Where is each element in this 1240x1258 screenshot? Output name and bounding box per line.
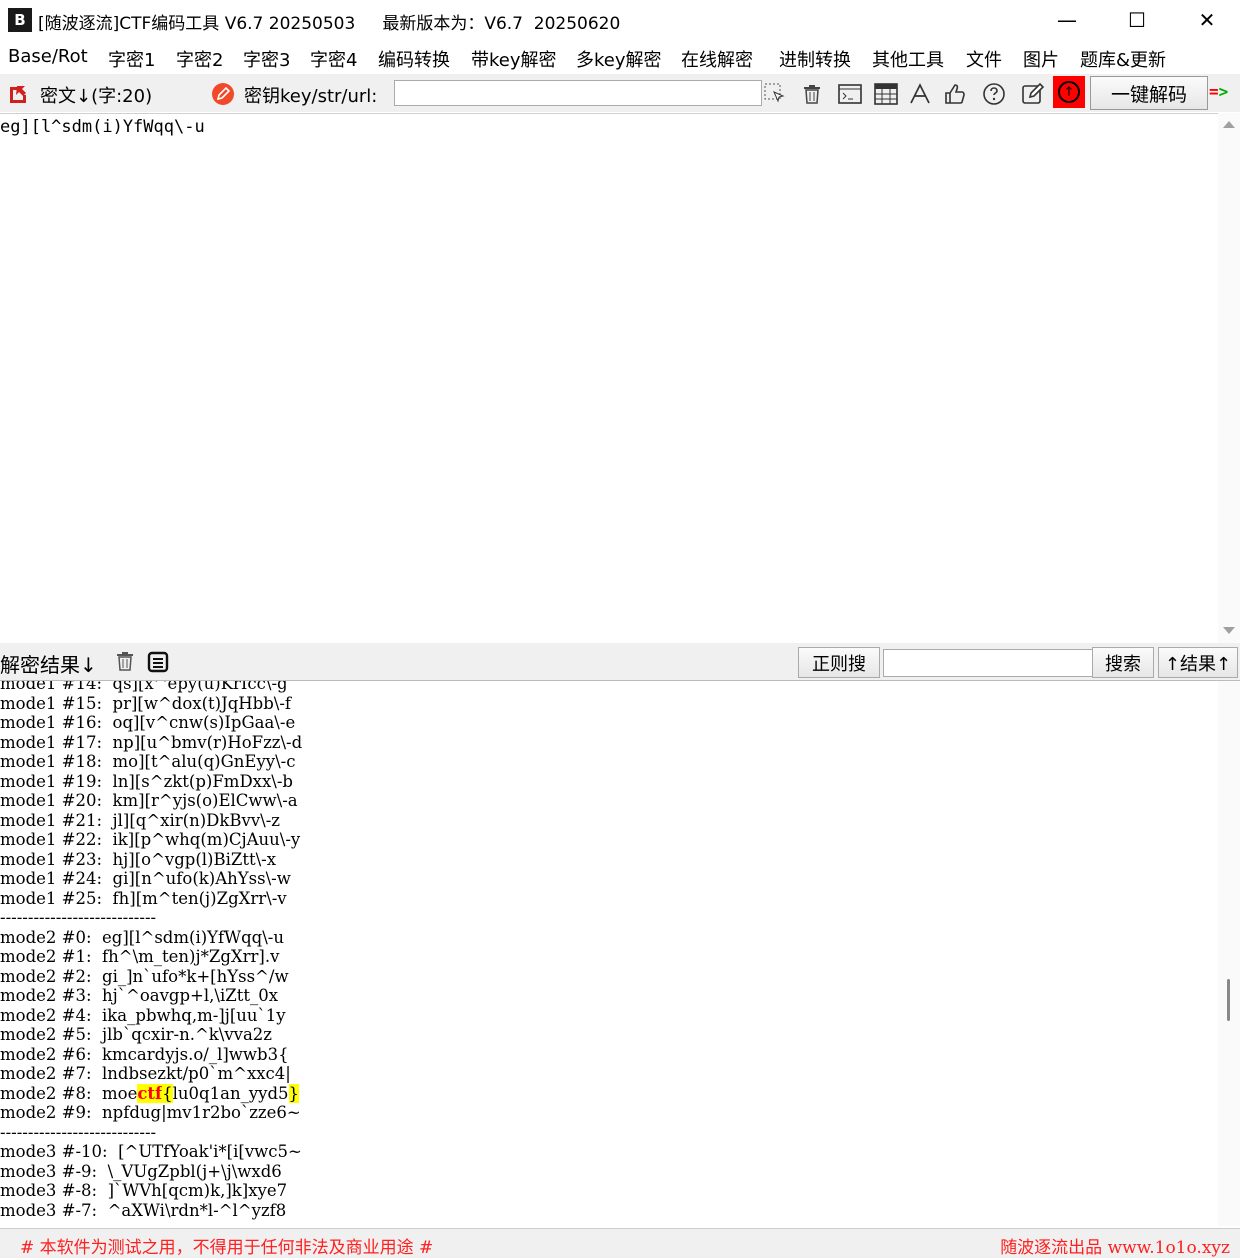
result-line: mode1 #23: hj][o^vgp(l)BiZtt\-x — [0, 849, 277, 869]
result-line: mode2 #0: eg][l^sdm(i)YfWqq\-u — [0, 927, 284, 947]
results-up-button[interactable]: ↑结果↑ — [1158, 647, 1238, 678]
result-line: mode2 #6: kmcardyjs.o/_l]wwb3{ — [0, 1044, 289, 1064]
open-brace-highlight: { — [162, 1083, 173, 1103]
menu-multikey-decrypt[interactable]: 多key解密 — [576, 46, 662, 72]
thumbs-up-icon[interactable] — [942, 81, 968, 107]
trash-icon[interactable] — [799, 81, 825, 107]
result-line: mode1 #17: np][u^bmv(r)HoFzz\-d — [0, 732, 303, 752]
result-line: mode1 #24: gi][n^ufo(k)AhYss\-w — [0, 869, 291, 888]
regex-search-button[interactable]: 正则搜 — [798, 647, 880, 678]
ctf-keyword-highlight: ctf — [137, 1083, 163, 1103]
result-line: mode1 #19: ln][s^zkt(p)FmDxx\-b — [0, 771, 293, 791]
menu-zimi-1[interactable]: 字密1 — [108, 46, 155, 72]
app-logo-icon: B — [8, 8, 32, 32]
results-scrollbar[interactable] — [1218, 681, 1240, 1226]
result-line: mode3 #-9: \_VUgZpbl(j+\j\wxd6 — [0, 1161, 282, 1181]
menu-question-bank[interactable]: 题库&更新 — [1080, 46, 1166, 72]
search-input[interactable] — [883, 649, 1093, 677]
result-line: mode2 #1: fh^\m_ten)j*ZgXrr].v — [0, 947, 280, 966]
menu-key-decrypt[interactable]: 带key解密 — [471, 46, 557, 72]
close-brace-highlight: } — [288, 1083, 300, 1103]
author-credit-text[interactable]: 随波逐流出品 www.1o1o.xyz — [1000, 1233, 1230, 1258]
result-line: mode2 #9: npfdug|mv1r2bo`zze6~ — [0, 1103, 301, 1122]
menu-base-rot[interactable]: Base/Rot — [8, 46, 88, 67]
results-toolbar: 解密结果↓ 正则搜 搜索 ↑结果↑ — [0, 643, 1240, 681]
menu-base-convert[interactable]: 进制转换 — [779, 46, 851, 72]
results-label: 解密结果↓ — [0, 653, 97, 677]
table-icon[interactable] — [873, 81, 899, 107]
minimize-button[interactable]: — — [1032, 0, 1102, 40]
result-separator: ---------------------------- — [0, 908, 157, 927]
key-label: 密钥key/str/url: — [244, 86, 378, 107]
scroll-down-arrow-icon[interactable] — [1223, 627, 1235, 634]
highlight-prefix: mode2 #8: moe — [0, 1083, 138, 1103]
pencil-icon[interactable] — [210, 81, 236, 107]
result-line: mode1 #14: qs][x^epy(u)KrIcc\-g — [0, 681, 288, 693]
clear-results-trash-icon[interactable] — [112, 648, 138, 674]
result-line: mode3 #-7: ^aXWi\rdn*l-^l^yzf8 — [0, 1200, 287, 1220]
result-line: mode1 #16: oq][v^cnw(s)IpGaa\-e — [0, 713, 296, 732]
title-bar: B [随波逐流]CTF编码工具 V6.7 20250503 最新版本为：V6.7… — [0, 0, 1240, 40]
result-line: mode2 #7: lndbsezkt/p0`m^xxc4| — [0, 1064, 291, 1083]
result-line: mode1 #18: mo][t^alu(q)GnEyy\-c — [0, 752, 296, 771]
result-line-highlighted: mode2 #8: moectf{lu0q1an_yyd5} — [0, 1083, 302, 1104]
result-line: mode2 #3: hj`^oavgp+l,\iZtt_0x — [0, 986, 279, 1005]
results-scroll-thumb[interactable] — [1227, 979, 1230, 1021]
copy-results-icon[interactable] — [145, 648, 171, 674]
result-line: mode2 #4: ika_pbwhq,m-]j[uu`1y — [0, 1005, 286, 1025]
search-button[interactable]: 搜索 — [1092, 647, 1154, 678]
results-text-area[interactable]: mode1 #14: qs][x^epy(u)KrIcc\-g mode1 #1… — [0, 681, 1218, 1226]
menu-online-decrypt[interactable]: 在线解密 — [681, 46, 753, 72]
menu-encoding-convert[interactable]: 编码转换 — [378, 46, 450, 72]
font-icon[interactable] — [907, 81, 933, 107]
disclaimer-text: # 本软件为测试之用，不得用于任何非法及商业用途 # — [20, 1238, 434, 1258]
menu-bar: Base/Rot 字密1 字密2 字密3 字密4 编码转换 带key解密 多ke… — [0, 42, 1240, 72]
help-icon[interactable] — [981, 81, 1007, 107]
status-bar: # 本软件为测试之用，不得用于任何非法及商业用途 # 随波逐流出品 www.1o… — [0, 1228, 1240, 1258]
menu-image[interactable]: 图片 — [1023, 46, 1059, 72]
scroll-up-arrow-icon[interactable] — [1223, 121, 1235, 128]
edit-icon[interactable] — [1020, 81, 1046, 107]
result-line: mode1 #20: km][r^yjs(o)ElCww\-a — [0, 791, 298, 810]
close-button[interactable]: ✕ — [1172, 0, 1240, 40]
result-line: mode1 #25: fh][m^ten(j)ZgXrr\-v — [0, 888, 287, 908]
flag-body: lu0q1an_yyd5 — [172, 1083, 289, 1103]
terminal-icon[interactable] — [837, 81, 863, 107]
results-list: mode1 #14: qs][x^epy(u)KrIcc\-g mode1 #1… — [0, 681, 302, 1220]
maximize-button[interactable]: ☐ — [1102, 0, 1172, 40]
result-line: mode1 #22: ik][p^whq(m)CjAuu\-y — [0, 830, 301, 849]
result-line: mode3 #-8: ]`WVh[qcm)k,]k]xye7 — [0, 1181, 288, 1200]
cipher-text-content[interactable]: eg][l^sdm(i)YfWqq\-u — [0, 117, 205, 137]
key-input[interactable] — [394, 80, 762, 106]
upload-icon[interactable]: ↑ — [1053, 76, 1085, 108]
expand-arrow-icon[interactable]: => — [1209, 82, 1228, 101]
window-title: [随波逐流]CTF编码工具 V6.7 20250503 最新版本为：V6.7 2… — [38, 14, 621, 34]
menu-file[interactable]: 文件 — [966, 46, 1002, 72]
result-line: mode2 #5: jlb`qcxir-n.^k\vva2z — [0, 1025, 273, 1044]
result-line: mode1 #21: jl][q^xir(n)DkBvv\-z — [0, 810, 280, 830]
cipher-scrollbar[interactable] — [1218, 113, 1240, 643]
one-click-decode-button[interactable]: 一键解码 — [1090, 76, 1208, 110]
cipher-text-label: 密文↓(字:20) — [40, 86, 153, 107]
menu-zimi-2[interactable]: 字密2 — [176, 46, 223, 72]
result-separator: ---------------------------- — [0, 1122, 157, 1142]
select-icon[interactable] — [762, 81, 788, 107]
menu-other-tools[interactable]: 其他工具 — [872, 46, 944, 72]
menu-zimi-3[interactable]: 字密3 — [243, 46, 290, 72]
result-line: mode3 #-10: [^UTfYoak'i*[i[vwc5~ — [0, 1142, 302, 1161]
result-line: mode2 #2: gi_]n`ufo*k+[hYss^/w — [0, 966, 289, 986]
cipher-text-area[interactable]: eg][l^sdm(i)YfWqq\-u — [0, 113, 1218, 644]
menu-zimi-4[interactable]: 字密4 — [310, 46, 357, 72]
import-icon[interactable] — [5, 81, 31, 107]
result-line: mode1 #15: pr][w^dox(t)JqHbb\-f — [0, 693, 292, 713]
